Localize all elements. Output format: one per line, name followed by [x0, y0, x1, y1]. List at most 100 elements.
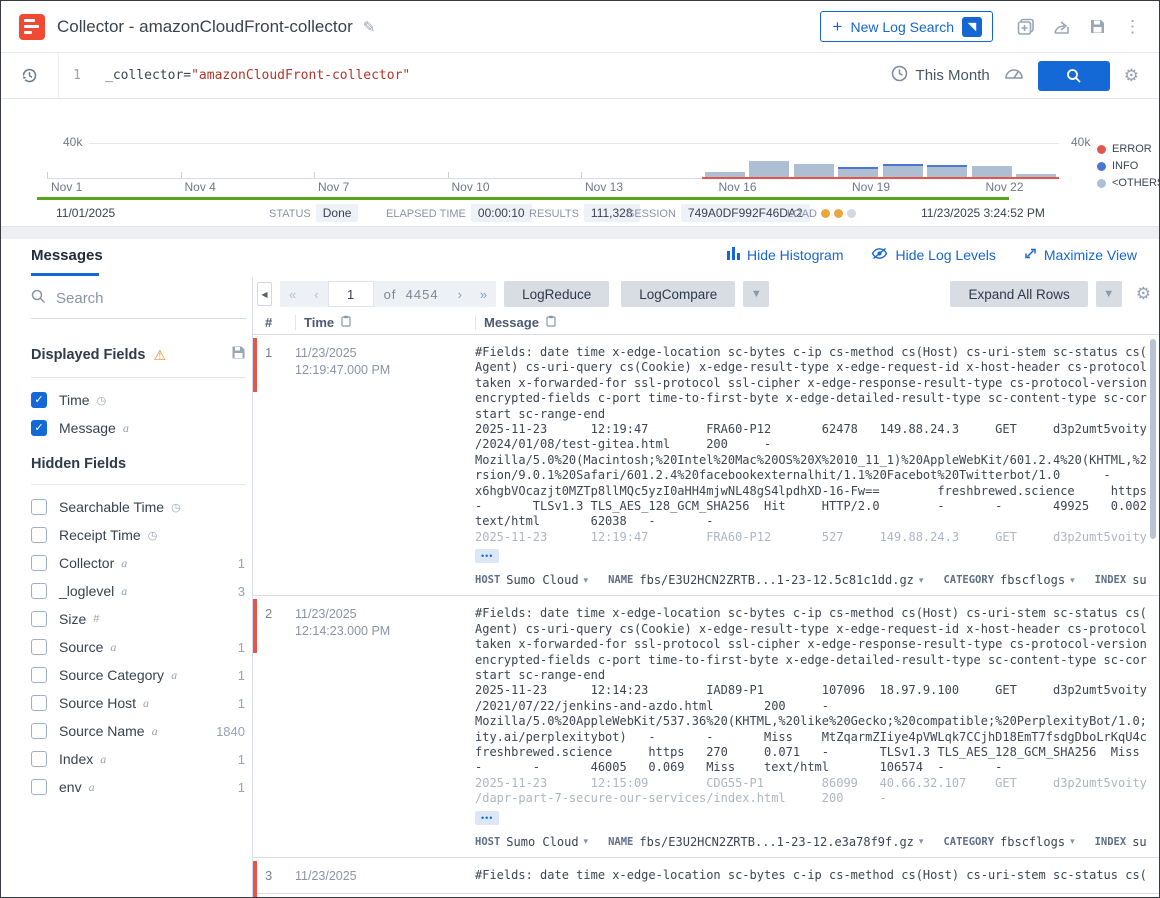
checkbox[interactable] — [31, 723, 47, 739]
checkbox[interactable] — [31, 667, 47, 683]
axis-tick — [47, 172, 48, 178]
metadata-field-host[interactable]: HOSTSumo Cloud▾ — [475, 835, 588, 849]
histogram-bar[interactable] — [749, 161, 789, 179]
histogram-bar[interactable] — [794, 164, 834, 178]
search-settings-gear-icon[interactable]: ⚙ — [1124, 66, 1139, 86]
save-fields-icon[interactable] — [231, 345, 246, 365]
hide-histogram-button[interactable]: Hide Histogram — [727, 247, 843, 263]
logcompare-dropdown-button[interactable]: ▼ — [743, 281, 769, 307]
time-range-selector[interactable]: This Month — [891, 65, 990, 86]
field-item-collector[interactable]: Collectora1 — [31, 549, 249, 577]
histogram-plot[interactable]: 40k 40k ERROR INFO <OTHERS> Nov 1Nov 4No… — [1, 117, 1159, 197]
axis-tick — [581, 172, 582, 178]
logreduce-button[interactable]: LogReduce — [504, 281, 609, 307]
table-row[interactable]: 211/23/202512:14:23.000 PM#Fields: date … — [253, 596, 1160, 857]
metadata-field-index[interactable]: INDEXsumolo▾ — [1095, 835, 1147, 849]
message-line: taken x-forwarded-for ssl-protocol ssl-c… — [475, 637, 1147, 652]
search-history-icon[interactable] — [1, 53, 59, 98]
checkbox[interactable]: ✓ — [31, 392, 47, 408]
live-tail-gauge-icon[interactable] — [1004, 66, 1024, 85]
checkbox[interactable] — [31, 639, 47, 655]
row-number: 1 — [253, 345, 295, 587]
field-item-size[interactable]: Size# — [31, 605, 249, 633]
column-header-message[interactable]: Message — [475, 315, 1160, 330]
table-row[interactable]: 311/23/2025#Fields: date time x-edge-loc… — [253, 858, 1160, 894]
message-line: taken x-forwarded-for ssl-protocol ssl-c… — [475, 376, 1147, 391]
metadata-field-index[interactable]: INDEXsumolo▾ — [1095, 573, 1147, 587]
next-page-button[interactable]: › — [449, 287, 471, 302]
field-item-message[interactable]: ✓Messagea — [31, 414, 249, 442]
metadata-field-name[interactable]: NAMEfbs/E3U2HCN2ZRTB...1-23-12.e3a78f9f.… — [608, 835, 923, 849]
checkbox[interactable] — [31, 779, 47, 795]
prev-page-button[interactable]: ‹ — [305, 287, 327, 302]
legend-item-others[interactable]: <OTHERS> — [1097, 177, 1160, 189]
legend-item-info[interactable]: INFO — [1097, 160, 1160, 172]
copy-icon[interactable] — [546, 315, 556, 330]
current-page[interactable]: 1 — [328, 281, 374, 307]
share-icon[interactable] — [1053, 18, 1071, 36]
field-count: 1 — [238, 556, 249, 571]
field-type-icon: a — [121, 556, 127, 571]
column-header-number[interactable]: # — [253, 315, 295, 330]
add-to-dashboard-icon[interactable] — [1017, 18, 1035, 36]
metadata-field-category[interactable]: CATEGORYfbscflogs▾ — [943, 573, 1074, 587]
vertical-scrollbar[interactable] — [1150, 339, 1156, 539]
field-item-receipt-time[interactable]: Receipt Time◷ — [31, 521, 249, 549]
copy-icon[interactable] — [341, 315, 351, 330]
maximize-view-button[interactable]: Maximize View — [1024, 247, 1137, 263]
field-item-source-category[interactable]: Source Categorya1 — [31, 661, 249, 689]
logcompare-button[interactable]: LogCompare — [621, 281, 735, 307]
checkbox[interactable] — [31, 611, 47, 627]
field-item-source-name[interactable]: Source Namea1840 — [31, 717, 249, 745]
table-settings-gear-icon[interactable]: ⚙ — [1136, 284, 1151, 304]
histogram-bar[interactable] — [883, 164, 923, 178]
checkbox[interactable] — [31, 527, 47, 543]
search-button[interactable] — [1038, 61, 1110, 91]
checkbox[interactable] — [31, 583, 47, 599]
field-item-searchable-time[interactable]: Searchable Time◷ — [31, 493, 249, 521]
expand-rows-dropdown-button[interactable]: ▼ — [1096, 281, 1122, 307]
expand-message-button[interactable]: ••• — [475, 549, 499, 563]
new-log-search-button[interactable]: + New Log Search ◥ — [820, 11, 993, 42]
column-header-time[interactable]: Time — [295, 315, 475, 330]
metadata-field-name[interactable]: NAMEfbs/E3U2HCN2ZRTB...1-23-12.5c81c1dd.… — [608, 573, 923, 587]
expand-all-rows-button[interactable]: Expand All Rows — [950, 281, 1087, 307]
field-item-env[interactable]: enva1 — [31, 773, 249, 801]
message-line: Mozilla/5.0%20(Macintosh;%20Intel%20Mac%… — [475, 453, 1147, 468]
first-page-button[interactable]: « — [280, 287, 305, 302]
checkbox[interactable]: ✓ — [31, 420, 47, 436]
field-item-time[interactable]: ✓Time◷ — [31, 386, 249, 414]
hide-log-levels-button[interactable]: Hide Log Levels — [871, 247, 995, 263]
app-header: Collector - amazonCloudFront-collector ✎… — [1, 1, 1159, 53]
histogram-info-segment — [883, 164, 923, 166]
save-icon[interactable] — [1089, 18, 1106, 35]
field-item-_loglevel[interactable]: _loglevela3 — [31, 577, 249, 605]
tab-messages[interactable]: Messages — [31, 247, 103, 264]
field-item-source[interactable]: Sourcea1 — [31, 633, 249, 661]
query-input[interactable]: _collector="amazonCloudFront-collector" — [105, 68, 410, 83]
axis-tick-label: Nov 19 — [852, 180, 890, 194]
metadata-field-category[interactable]: CATEGORYfbscflogs▾ — [943, 835, 1074, 849]
field-search-input[interactable]: Search — [31, 289, 246, 319]
legend-item-error[interactable]: ERROR — [1097, 143, 1160, 155]
more-menu-icon[interactable]: ⋮ — [1124, 17, 1141, 37]
sidebar-collapse-button[interactable]: ◀ — [257, 282, 272, 306]
checkbox[interactable] — [31, 555, 47, 571]
checkbox[interactable] — [31, 499, 47, 515]
clock-icon — [891, 65, 908, 86]
checkbox[interactable] — [31, 751, 47, 767]
expand-message-button[interactable]: ••• — [475, 811, 499, 825]
message-line: #Fields: date time x-edge-location sc-by… — [475, 606, 1147, 621]
metadata-field-host[interactable]: HOSTSumo Cloud▾ — [475, 573, 588, 587]
edit-title-pencil-icon[interactable]: ✎ — [363, 18, 376, 36]
row-number: 2 — [253, 606, 295, 848]
message-line: /2024/01/08/test-gitea.html 200 - — [475, 437, 1147, 452]
field-item-source-host[interactable]: Source Hosta1 — [31, 689, 249, 717]
query-bar: 1 _collector="amazonCloudFront-collector… — [1, 53, 1159, 99]
field-item-index[interactable]: Indexa1 — [31, 745, 249, 773]
checkbox[interactable] — [31, 695, 47, 711]
y-axis-label: 40k — [63, 135, 82, 149]
field-type-icon: a — [123, 421, 129, 436]
table-row[interactable]: 111/23/202512:19:47.000 PM#Fields: date … — [253, 335, 1160, 596]
last-page-button[interactable]: » — [471, 287, 496, 302]
